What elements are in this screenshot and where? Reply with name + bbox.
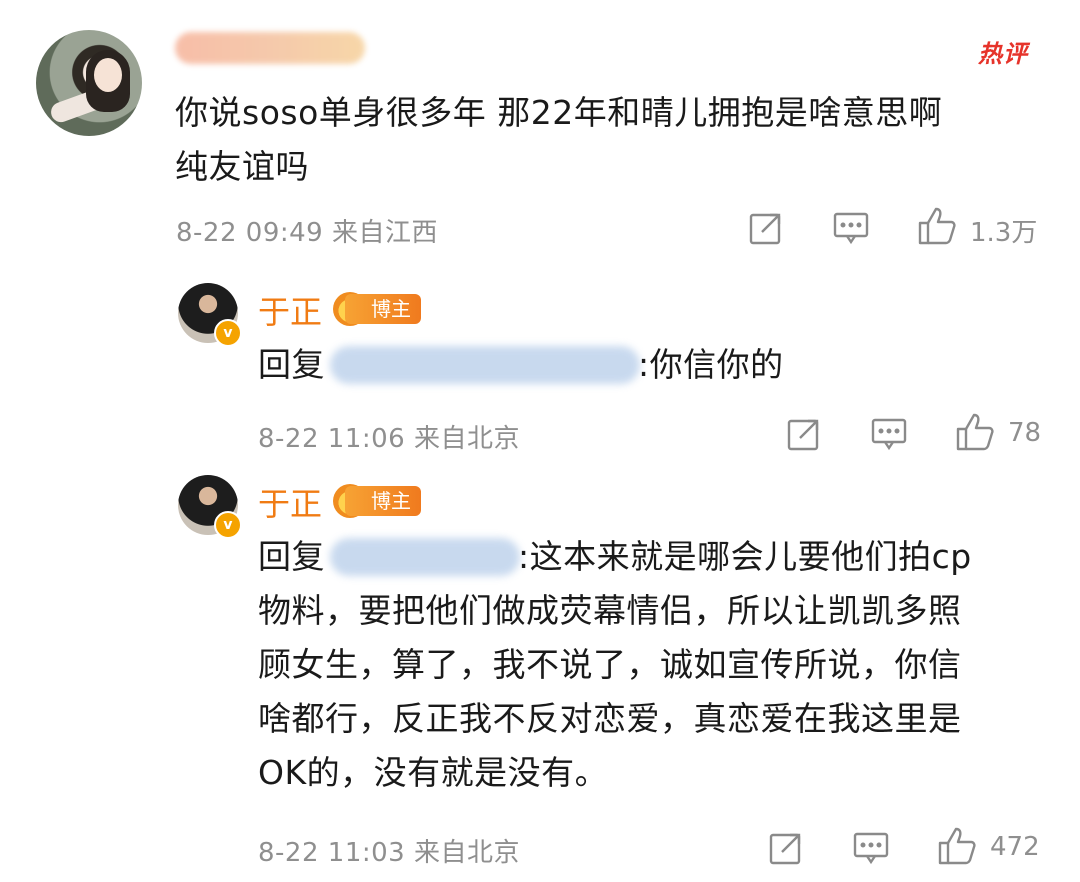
top-comment-meta: 8-22 09:49 来自江西 xyxy=(176,218,438,248)
reply-meta: 8-22 11:03 来自北京 xyxy=(258,838,520,868)
author-name[interactable]: 于正 xyxy=(258,287,322,333)
verified-icon: v xyxy=(214,511,242,539)
reply-meta: 8-22 11:06 来自北京 xyxy=(258,424,520,454)
mention-blurred[interactable] xyxy=(330,538,520,576)
share-icon[interactable] xyxy=(748,210,784,246)
hot-comment-badge: 热评 xyxy=(978,40,1028,68)
reply-text-line: 啥都行，反正我不反对恋爱，真恋爱在我这里是 xyxy=(258,699,962,738)
top-comment-text: 你说soso单身很多年 那22年和晴儿拥抱是啥意思啊 纯友谊吗 xyxy=(175,86,1055,194)
reply-text-line: :这本来就是哪会儿要他们拍cp xyxy=(518,537,972,576)
commenter-avatar[interactable] xyxy=(36,30,142,136)
like-icon[interactable] xyxy=(936,825,978,867)
reply-prefix: 回复 xyxy=(258,345,325,384)
author-avatar[interactable]: v xyxy=(178,283,242,347)
author-avatar[interactable]: v xyxy=(178,475,242,539)
verified-icon: v xyxy=(214,319,242,347)
share-icon[interactable] xyxy=(768,830,804,866)
top-comment-line-1: 你说soso单身很多年 那22年和晴儿拥抱是啥意思啊 xyxy=(175,93,943,132)
like-count: 78 xyxy=(1008,418,1042,448)
comment-icon[interactable] xyxy=(832,210,870,246)
like-icon[interactable] xyxy=(954,411,996,453)
reply-prefix: 回复 xyxy=(258,537,325,576)
reply-text-line: 物料，要把他们做成荧幕情侣，所以让凯凯多照 xyxy=(258,591,962,630)
blogger-badge: 博主 xyxy=(345,486,421,516)
reply-text: :你信你的 xyxy=(638,345,784,384)
reply-text-line: OK的，没有就是没有。 xyxy=(258,753,609,792)
share-icon[interactable] xyxy=(786,416,822,452)
like-count: 1.3万 xyxy=(970,218,1038,248)
comment-icon[interactable] xyxy=(852,830,890,866)
blogger-badge: 博主 xyxy=(345,294,421,324)
top-comment-line-2: 纯友谊吗 xyxy=(175,147,309,186)
reply-text-line: 顾女生，算了，我不说了，诚如宣传所说，你信 xyxy=(258,645,962,684)
commenter-name-blurred[interactable] xyxy=(175,32,365,64)
mention-blurred[interactable] xyxy=(330,346,640,384)
like-count: 472 xyxy=(990,832,1040,862)
comment-icon[interactable] xyxy=(870,416,908,452)
author-name[interactable]: 于正 xyxy=(258,479,322,525)
like-icon[interactable] xyxy=(916,205,958,247)
